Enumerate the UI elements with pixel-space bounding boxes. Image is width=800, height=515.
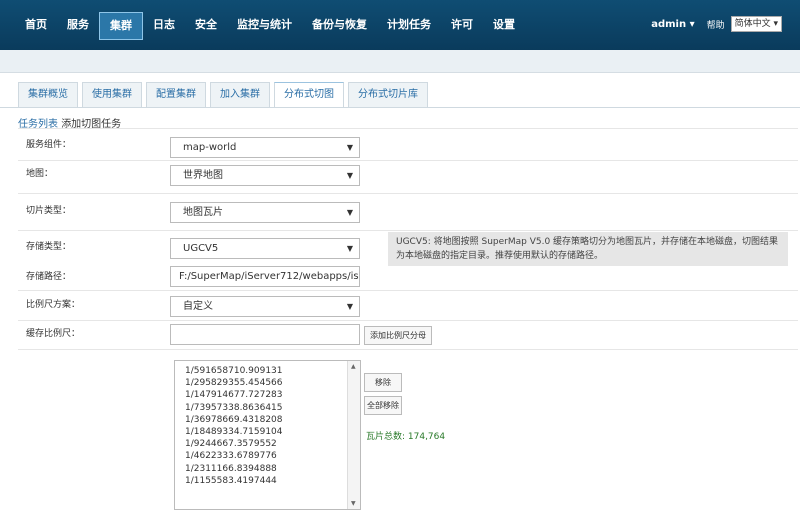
storage-type-select[interactable]: UGCV5 ▼ bbox=[170, 238, 360, 259]
tab-cluster-overview[interactable]: 集群概览 bbox=[18, 82, 78, 107]
scroll-down-icon[interactable]: ▼ bbox=[351, 500, 356, 507]
cache-scale-label: 缓存比例尺： bbox=[26, 329, 81, 339]
divider bbox=[18, 290, 798, 291]
storage-path-input[interactable]: F:/SuperMap/iServer712/webapps/iserver bbox=[170, 266, 360, 287]
list-item[interactable]: 1/591658710.909131 bbox=[185, 365, 283, 377]
storage-type-value: UGCV5 bbox=[183, 243, 219, 254]
tile-type-value: 地图瓦片 bbox=[183, 207, 223, 218]
divider bbox=[18, 230, 798, 231]
cluster-tabs: 集群概览 使用集群 配置集群 加入集群 分布式切图 分布式切片库 bbox=[18, 82, 432, 107]
list-item[interactable]: 1/4622333.6789776 bbox=[185, 450, 283, 462]
remove-all-button[interactable]: 全部移除 bbox=[364, 396, 402, 415]
list-scrollbar[interactable]: ▲ ▼ bbox=[347, 361, 360, 509]
dropdown-arrow-icon: ▼ bbox=[346, 302, 353, 311]
nav-settings[interactable]: 设置 bbox=[483, 12, 525, 38]
map-value: 世界地图 bbox=[183, 170, 223, 181]
list-item[interactable]: 1/147914677.727283 bbox=[185, 389, 283, 401]
divider bbox=[18, 320, 798, 321]
divider bbox=[18, 349, 798, 350]
divider bbox=[18, 160, 798, 161]
dropdown-arrow-icon: ▼ bbox=[346, 171, 353, 180]
storage-type-info: UGCV5: 将地图按照 SuperMap V5.0 缓存策略切分为地图瓦片，并… bbox=[388, 232, 788, 266]
nav-backup[interactable]: 备份与恢复 bbox=[302, 12, 377, 38]
tab-configure-cluster[interactable]: 配置集群 bbox=[146, 82, 206, 107]
list-item[interactable]: 1/2311166.8394888 bbox=[185, 463, 283, 475]
scale-scheme-select[interactable]: 自定义 ▼ bbox=[170, 296, 360, 317]
user-area: admin ▾ 帮助 简体中文 ▾ bbox=[651, 16, 782, 32]
tab-distributed-tiling[interactable]: 分布式切图 bbox=[274, 82, 344, 107]
dropdown-arrow-icon: ▼ bbox=[346, 143, 353, 152]
scroll-up-icon[interactable]: ▲ bbox=[351, 363, 356, 370]
nav-cluster[interactable]: 集群 bbox=[99, 12, 143, 40]
map-select[interactable]: 世界地图 ▼ bbox=[170, 165, 360, 186]
tab-divider bbox=[0, 107, 800, 108]
nav-logs[interactable]: 日志 bbox=[143, 12, 185, 38]
scale-list[interactable]: 1/591658710.909131 1/295829355.454566 1/… bbox=[174, 360, 361, 510]
help-link[interactable]: 帮助 bbox=[707, 18, 725, 31]
divider bbox=[18, 193, 798, 194]
sub-header-bar bbox=[0, 50, 800, 73]
dropdown-arrow-icon: ▼ bbox=[346, 244, 353, 253]
tile-type-label: 切片类型： bbox=[26, 206, 72, 216]
service-value: map-world bbox=[183, 142, 237, 153]
nav-license[interactable]: 许可 bbox=[441, 12, 483, 38]
top-navigation-bar: 首页 服务 集群 日志 安全 监控与统计 备份与恢复 计划任务 许可 设置 ad… bbox=[0, 0, 800, 50]
divider bbox=[18, 128, 798, 129]
list-item[interactable]: 1/1155583.4197444 bbox=[185, 475, 283, 487]
service-select[interactable]: map-world ▼ bbox=[170, 137, 360, 158]
list-item[interactable]: 1/36978669.4318208 bbox=[185, 414, 283, 426]
storage-path-label: 存储路径： bbox=[26, 272, 72, 282]
main-nav: 首页 服务 集群 日志 安全 监控与统计 备份与恢复 计划任务 许可 设置 bbox=[15, 12, 525, 40]
tile-type-select[interactable]: 地图瓦片 ▼ bbox=[170, 202, 360, 223]
remove-button[interactable]: 移除 bbox=[364, 373, 402, 392]
scale-list-items: 1/591658710.909131 1/295829355.454566 1/… bbox=[185, 365, 283, 487]
map-label: 地图： bbox=[26, 169, 54, 179]
nav-scheduled-tasks[interactable]: 计划任务 bbox=[377, 12, 441, 38]
language-select[interactable]: 简体中文 ▾ bbox=[730, 16, 782, 32]
list-item[interactable]: 1/18489334.7159104 bbox=[185, 426, 283, 438]
nav-monitoring[interactable]: 监控与统计 bbox=[227, 12, 302, 38]
add-scale-button[interactable]: 添加比例尺分母 bbox=[364, 326, 432, 345]
storage-type-label: 存储类型： bbox=[26, 242, 72, 252]
nav-home[interactable]: 首页 bbox=[15, 12, 57, 38]
service-label: 服务组件： bbox=[26, 140, 72, 150]
scale-scheme-value: 自定义 bbox=[183, 301, 213, 312]
tab-distributed-tile-store[interactable]: 分布式切片库 bbox=[348, 82, 428, 107]
nav-security[interactable]: 安全 bbox=[185, 12, 227, 38]
list-item[interactable]: 1/9244667.3579552 bbox=[185, 438, 283, 450]
tab-join-cluster[interactable]: 加入集群 bbox=[210, 82, 270, 107]
list-item[interactable]: 1/73957338.8636415 bbox=[185, 402, 283, 414]
tab-use-cluster[interactable]: 使用集群 bbox=[82, 82, 142, 107]
cache-scale-input[interactable] bbox=[170, 324, 360, 345]
tile-total: 瓦片总数: 174,764 bbox=[366, 432, 446, 442]
scale-scheme-label: 比例尺方案： bbox=[26, 300, 81, 310]
dropdown-arrow-icon: ▼ bbox=[346, 208, 353, 217]
list-item[interactable]: 1/295829355.454566 bbox=[185, 377, 283, 389]
user-menu[interactable]: admin ▾ bbox=[651, 19, 694, 30]
nav-services[interactable]: 服务 bbox=[57, 12, 99, 38]
